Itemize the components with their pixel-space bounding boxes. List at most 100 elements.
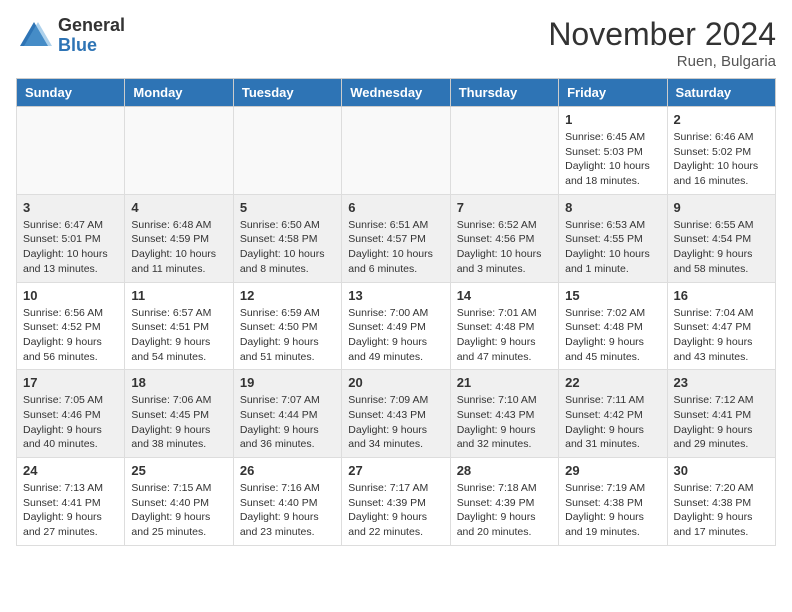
cell-info: Sunrise: 6:57 AM Sunset: 4:51 PM Dayligh… bbox=[131, 306, 226, 365]
calendar-cell: 25 Sunrise: 7:15 AM Sunset: 4:40 PM Dayli… bbox=[125, 458, 233, 546]
cell-info: Sunrise: 6:48 AM Sunset: 4:59 PM Dayligh… bbox=[131, 218, 226, 277]
calendar-body: 1Sunrise: 6:45 AM Sunset: 5:03 PM Daylig… bbox=[17, 107, 776, 546]
cell-info: Sunrise: 7:01 AM Sunset: 4:48 PM Dayligh… bbox=[457, 306, 552, 365]
calendar-cell: 16 Sunrise: 7:04 AM Sunset: 4:47 PM Dayli… bbox=[667, 282, 775, 370]
header-row: SundayMondayTuesdayWednesdayThursdayFrid… bbox=[17, 79, 776, 107]
cell-info: Sunrise: 6:59 AM Sunset: 4:50 PM Dayligh… bbox=[240, 306, 335, 365]
cell-info: Sunrise: 7:10 AM Sunset: 4:43 PM Dayligh… bbox=[457, 393, 552, 452]
calendar-week: 10 Sunrise: 6:56 AM Sunset: 4:52 PM Dayli… bbox=[17, 282, 776, 370]
day-number: 16 bbox=[674, 288, 769, 303]
day-number: 13 bbox=[348, 288, 443, 303]
day-number: 22 bbox=[565, 375, 660, 390]
calendar-cell bbox=[450, 107, 558, 195]
day-number: 23 bbox=[674, 375, 769, 390]
cell-info: Sunrise: 6:47 AM Sunset: 5:01 PM Dayligh… bbox=[23, 218, 118, 277]
day-number: 10 bbox=[23, 288, 118, 303]
calendar-cell: 29Sunrise: 7:19 AM Sunset: 4:38 PM Dayli… bbox=[559, 458, 667, 546]
calendar: SundayMondayTuesdayWednesdayThursdayFrid… bbox=[16, 78, 776, 546]
cell-info: Sunrise: 6:50 AM Sunset: 4:58 PM Dayligh… bbox=[240, 218, 335, 277]
cell-info: Sunrise: 7:09 AM Sunset: 4:43 PM Dayligh… bbox=[348, 393, 443, 452]
calendar-cell: 28Sunrise: 7:18 AM Sunset: 4:39 PM Dayli… bbox=[450, 458, 558, 546]
cell-info: Sunrise: 6:53 AM Sunset: 4:55 PM Dayligh… bbox=[565, 218, 660, 277]
calendar-cell bbox=[233, 107, 341, 195]
cell-info: Sunrise: 6:52 AM Sunset: 4:56 PM Dayligh… bbox=[457, 218, 552, 277]
calendar-cell: 4 Sunrise: 6:48 AM Sunset: 4:59 PM Daylig… bbox=[125, 194, 233, 282]
logo-icon bbox=[16, 18, 52, 54]
calendar-cell: 21 Sunrise: 7:10 AM Sunset: 4:43 PM Dayli… bbox=[450, 370, 558, 458]
calendar-week: 24Sunrise: 7:13 AM Sunset: 4:41 PM Dayli… bbox=[17, 458, 776, 546]
logo: General Blue bbox=[16, 16, 125, 56]
calendar-cell: 27Sunrise: 7:17 AM Sunset: 4:39 PM Dayli… bbox=[342, 458, 450, 546]
calendar-cell bbox=[17, 107, 125, 195]
day-number: 24 bbox=[23, 463, 118, 478]
day-number: 20 bbox=[348, 375, 443, 390]
day-number: 2 bbox=[674, 112, 769, 127]
calendar-cell: 14 Sunrise: 7:01 AM Sunset: 4:48 PM Dayli… bbox=[450, 282, 558, 370]
cell-info: Sunrise: 7:00 AM Sunset: 4:49 PM Dayligh… bbox=[348, 306, 443, 365]
calendar-cell: 26Sunrise: 7:16 AM Sunset: 4:40 PM Dayli… bbox=[233, 458, 341, 546]
calendar-cell: 7 Sunrise: 6:52 AM Sunset: 4:56 PM Daylig… bbox=[450, 194, 558, 282]
calendar-cell: 8 Sunrise: 6:53 AM Sunset: 4:55 PM Daylig… bbox=[559, 194, 667, 282]
calendar-cell: 17Sunrise: 7:05 AM Sunset: 4:46 PM Dayli… bbox=[17, 370, 125, 458]
cell-info: Sunrise: 6:56 AM Sunset: 4:52 PM Dayligh… bbox=[23, 306, 118, 365]
calendar-week: 17Sunrise: 7:05 AM Sunset: 4:46 PM Dayli… bbox=[17, 370, 776, 458]
day-number: 30 bbox=[674, 463, 769, 478]
day-number: 12 bbox=[240, 288, 335, 303]
day-number: 27 bbox=[348, 463, 443, 478]
month-title: November 2024 bbox=[548, 16, 776, 53]
calendar-week: 3 Sunrise: 6:47 AM Sunset: 5:01 PM Daylig… bbox=[17, 194, 776, 282]
calendar-cell: 24Sunrise: 7:13 AM Sunset: 4:41 PM Dayli… bbox=[17, 458, 125, 546]
day-number: 17 bbox=[23, 375, 118, 390]
day-number: 11 bbox=[131, 288, 226, 303]
day-number: 9 bbox=[674, 200, 769, 215]
calendar-cell: 20 Sunrise: 7:09 AM Sunset: 4:43 PM Dayli… bbox=[342, 370, 450, 458]
day-number: 6 bbox=[348, 200, 443, 215]
day-number: 25 bbox=[131, 463, 226, 478]
cell-info: Sunrise: 7:06 AM Sunset: 4:45 PM Dayligh… bbox=[131, 393, 226, 452]
header-day: Thursday bbox=[450, 79, 558, 107]
day-number: 28 bbox=[457, 463, 552, 478]
day-number: 8 bbox=[565, 200, 660, 215]
cell-info: Sunrise: 6:55 AM Sunset: 4:54 PM Dayligh… bbox=[674, 218, 769, 277]
calendar-header: SundayMondayTuesdayWednesdayThursdayFrid… bbox=[17, 79, 776, 107]
cell-info: Sunrise: 7:04 AM Sunset: 4:47 PM Dayligh… bbox=[674, 306, 769, 365]
cell-info: Sunrise: 7:07 AM Sunset: 4:44 PM Dayligh… bbox=[240, 393, 335, 452]
page-header: General Blue November 2024 Ruen, Bulgari… bbox=[16, 16, 776, 70]
day-number: 18 bbox=[131, 375, 226, 390]
calendar-cell: 22Sunrise: 7:11 AM Sunset: 4:42 PM Dayli… bbox=[559, 370, 667, 458]
cell-info: Sunrise: 6:51 AM Sunset: 4:57 PM Dayligh… bbox=[348, 218, 443, 277]
day-number: 4 bbox=[131, 200, 226, 215]
day-number: 14 bbox=[457, 288, 552, 303]
cell-info: Sunrise: 7:02 AM Sunset: 4:48 PM Dayligh… bbox=[565, 306, 660, 365]
calendar-cell: 13 Sunrise: 7:00 AM Sunset: 4:49 PM Dayli… bbox=[342, 282, 450, 370]
calendar-cell: 18 Sunrise: 7:06 AM Sunset: 4:45 PM Dayli… bbox=[125, 370, 233, 458]
logo-general: General bbox=[58, 16, 125, 36]
day-number: 21 bbox=[457, 375, 552, 390]
day-number: 7 bbox=[457, 200, 552, 215]
day-number: 5 bbox=[240, 200, 335, 215]
calendar-cell: 23 Sunrise: 7:12 AM Sunset: 4:41 PM Dayli… bbox=[667, 370, 775, 458]
day-number: 1 bbox=[565, 112, 660, 127]
calendar-cell: 11 Sunrise: 6:57 AM Sunset: 4:51 PM Dayli… bbox=[125, 282, 233, 370]
logo-text: General Blue bbox=[58, 16, 125, 56]
calendar-week: 1Sunrise: 6:45 AM Sunset: 5:03 PM Daylig… bbox=[17, 107, 776, 195]
cell-info: Sunrise: 7:15 AM Sunset: 4:40 PM Dayligh… bbox=[131, 481, 226, 540]
cell-info: Sunrise: 7:20 AM Sunset: 4:38 PM Dayligh… bbox=[674, 481, 769, 540]
day-number: 15 bbox=[565, 288, 660, 303]
cell-info: Sunrise: 7:16 AM Sunset: 4:40 PM Dayligh… bbox=[240, 481, 335, 540]
calendar-cell: 2 Sunrise: 6:46 AM Sunset: 5:02 PM Daylig… bbox=[667, 107, 775, 195]
header-day: Saturday bbox=[667, 79, 775, 107]
day-number: 19 bbox=[240, 375, 335, 390]
header-day: Tuesday bbox=[233, 79, 341, 107]
calendar-cell: 1Sunrise: 6:45 AM Sunset: 5:03 PM Daylig… bbox=[559, 107, 667, 195]
cell-info: Sunrise: 6:46 AM Sunset: 5:02 PM Dayligh… bbox=[674, 130, 769, 189]
calendar-cell: 5 Sunrise: 6:50 AM Sunset: 4:58 PM Daylig… bbox=[233, 194, 341, 282]
calendar-cell: 30 Sunrise: 7:20 AM Sunset: 4:38 PM Dayli… bbox=[667, 458, 775, 546]
calendar-cell: 9 Sunrise: 6:55 AM Sunset: 4:54 PM Daylig… bbox=[667, 194, 775, 282]
calendar-cell bbox=[342, 107, 450, 195]
day-number: 3 bbox=[23, 200, 118, 215]
calendar-cell: 12 Sunrise: 6:59 AM Sunset: 4:50 PM Dayli… bbox=[233, 282, 341, 370]
calendar-cell: 3 Sunrise: 6:47 AM Sunset: 5:01 PM Daylig… bbox=[17, 194, 125, 282]
header-day: Monday bbox=[125, 79, 233, 107]
cell-info: Sunrise: 7:12 AM Sunset: 4:41 PM Dayligh… bbox=[674, 393, 769, 452]
